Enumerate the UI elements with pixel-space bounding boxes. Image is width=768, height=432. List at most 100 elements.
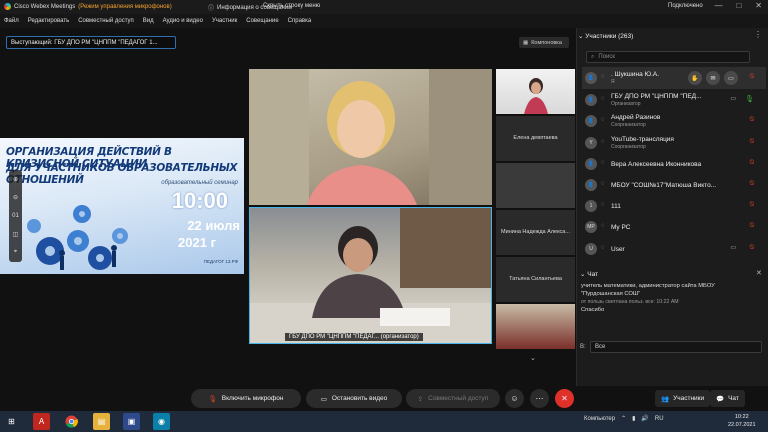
participant-role: Организатор	[611, 101, 641, 107]
more-button[interactable]: ⋯	[530, 389, 549, 408]
more-options-icon[interactable]: ⋮	[754, 30, 762, 39]
chevron-up-icon[interactable]: ⌃	[621, 415, 626, 422]
menu-edit[interactable]: Редактировать	[28, 18, 69, 24]
slide-date-day: 22 июля	[187, 218, 240, 233]
grid-icon: ▦	[523, 39, 529, 46]
thumbnail-name: Татьяна Силантьева	[509, 276, 562, 282]
leave-meeting-button[interactable]: ✕	[555, 389, 574, 408]
menu-help[interactable]: Справка	[288, 18, 312, 24]
thumbnail-video-5[interactable]: Татьяна Силантьева	[496, 257, 575, 302]
reactions-button[interactable]: ☺	[505, 389, 524, 408]
avatar: 1	[585, 200, 597, 212]
microphone-muted-icon[interactable]: ⍉	[750, 222, 754, 230]
pointer-icon[interactable]: ⌖	[14, 249, 17, 256]
share-icon: ⇪	[417, 395, 424, 403]
thumbnail-video-4[interactable]: Минина Надежда Алекса...	[496, 210, 575, 255]
chat-recipient-select[interactable]: Все	[590, 341, 762, 353]
participant-row[interactable]: 👤 . Шукшина Ю.А. Я ◌ ✋ ✉ ▭ ⍉	[582, 67, 766, 89]
status-icon: ◌	[601, 181, 605, 187]
mic-mode-hint: (Режим управления микрофонов)	[78, 3, 172, 10]
page-number: 01	[12, 212, 19, 219]
webex-logo-icon	[4, 3, 11, 10]
minimize-button[interactable]: —	[714, 1, 722, 10]
chevron-down-icon[interactable]: ⌄	[530, 354, 536, 362]
chat-bubble-icon[interactable]: ✉	[706, 71, 720, 85]
participants-button-label: Участники	[673, 395, 705, 402]
thumbnail-video-2[interactable]: Елена девятаева	[496, 116, 575, 161]
microphone-muted-icon[interactable]: ⍉	[750, 116, 754, 124]
video-organizer-bottom[interactable]: ГБУ ДПО РМ "ЦНППМ "ПЕДАГ... (организатор…	[249, 207, 492, 344]
menu-meeting[interactable]: Совещание	[246, 18, 278, 24]
participant-row[interactable]: MP My PC ◌ ⍉	[582, 216, 766, 238]
raise-hand-icon[interactable]: ✋	[688, 71, 702, 85]
participant-row[interactable]: 👤 Вера Алексеевна Иконникова ◌ ⍉	[582, 153, 766, 175]
unmute-button[interactable]: 🎙 Включить микрофон	[191, 389, 301, 408]
layout-button[interactable]: ▦ Компоновка	[519, 37, 569, 48]
slide-org: ПЕДАГОГ 13.РФ	[203, 259, 238, 264]
chat-panel-button[interactable]: 💬 Чат	[710, 390, 745, 407]
menu-view[interactable]: Вид	[143, 18, 154, 24]
thumbnail-name: Елена девятаева	[513, 135, 558, 141]
layout-button-label: Компоновка	[531, 39, 562, 46]
avatar: 👤	[585, 94, 597, 106]
microphone-muted-icon[interactable]: ⍉	[750, 244, 754, 252]
microphone-muted-icon[interactable]: ⍉	[750, 73, 754, 81]
status-icon: ◌	[601, 202, 605, 208]
participant-info: ГБУ ДПО РМ "ЦНППМ "ПЕД... Организатор	[611, 93, 702, 107]
zoom-out-icon[interactable]: ⊖	[13, 194, 18, 201]
windows-start-icon[interactable]: ⊞	[3, 413, 20, 430]
menu-file[interactable]: Файл	[4, 18, 19, 24]
maximize-button[interactable]: □	[736, 1, 741, 10]
language-indicator[interactable]: RU	[655, 416, 664, 422]
close-window-button[interactable]: ✕	[755, 1, 762, 10]
menu-audio-video[interactable]: Аудио и видео	[163, 18, 203, 24]
menu-participant[interactable]: Участник	[212, 18, 237, 24]
clock-date: 22.07.2021	[728, 422, 756, 428]
microphone-muted-icon[interactable]: ⍉	[750, 201, 754, 209]
participant-row[interactable]: 👤 МБОУ "СОШ№17"Матюша Викто... ◌ ⍉	[582, 174, 766, 196]
thumbnail-name: Минина Надежда Алекса...	[501, 229, 570, 235]
fit-page-icon[interactable]: ◫	[13, 231, 19, 238]
microphone-muted-icon[interactable]: ⍉	[750, 138, 754, 146]
participants-header[interactable]: ⌄ Участники (263)	[578, 32, 633, 40]
zoom-in-icon[interactable]: ⊕	[13, 176, 18, 183]
microphone-icon[interactable]: 🎙	[745, 95, 754, 103]
participant-row[interactable]: U User ◌ ▭ ⍉	[582, 238, 766, 260]
microphone-muted-icon: 🎙	[208, 395, 217, 403]
chat-button-label: Чат	[728, 395, 739, 402]
participants-panel-button[interactable]: 👥 Участники	[655, 390, 711, 407]
participant-row[interactable]: 1 111 ◌ ⍉	[582, 195, 766, 217]
participant-row[interactable]: Y YouTube-трансляция Соорганизатор ◌ ⍉	[582, 132, 766, 154]
computer-label[interactable]: Компьютер	[584, 416, 615, 422]
share-button[interactable]: ⇪ Совместный доступ	[406, 389, 500, 408]
participant-search-input[interactable]: ⌕ Поиск	[586, 51, 750, 63]
status-icon: ◌	[601, 245, 605, 251]
participant-row[interactable]: 👤 Андрей Разинов Соорганизатор ◌ ⍉	[582, 110, 766, 132]
volume-icon[interactable]: 🔊	[641, 415, 648, 422]
thumbnail-video-3[interactable]	[496, 163, 575, 208]
network-icon[interactable]: ▮	[632, 415, 635, 422]
close-icon[interactable]: ✕	[756, 269, 762, 277]
participant-name: Андрей Разинов	[611, 114, 661, 121]
acrobat-icon[interactable]: A	[33, 413, 50, 430]
chat-header[interactable]: ⌄ Чат	[580, 270, 598, 278]
person-silhouette-top	[249, 69, 492, 205]
webex-taskbar-icon[interactable]: ◉	[153, 413, 170, 430]
thumbnail-video-1[interactable]	[496, 69, 575, 114]
participant-row[interactable]: 👤 ГБУ ДПО РМ "ЦНППМ "ПЕД... Организатор ◌ ▭ 🎙	[582, 89, 766, 111]
hide-menu-bar-link[interactable]: Скрыть строку меню	[263, 3, 320, 9]
app-window-icon[interactable]: ▣	[123, 413, 140, 430]
video-participant-top[interactable]	[249, 69, 492, 205]
file-explorer-icon[interactable]: ▤	[93, 413, 110, 430]
people-icon: 👥	[661, 395, 670, 403]
taskbar-clock[interactable]: 10:22 22.07.2021	[728, 413, 756, 429]
menu-share[interactable]: Совместный доступ	[78, 18, 134, 24]
stop-video-button[interactable]: ▭ Остановить видео	[306, 389, 402, 408]
chat-message-line: учитель математики, администратор сайта …	[581, 283, 715, 289]
organizer-name-tag: ГБУ ДПО РМ "ЦНППМ "ПЕДАГ... (организатор…	[285, 333, 423, 341]
thumbnail-video-6[interactable]	[496, 304, 575, 349]
video-icon[interactable]: ▭	[724, 71, 738, 85]
microphone-muted-icon[interactable]: ⍉	[750, 180, 754, 188]
microphone-muted-icon[interactable]: ⍉	[750, 159, 754, 167]
chrome-icon[interactable]	[63, 413, 80, 430]
